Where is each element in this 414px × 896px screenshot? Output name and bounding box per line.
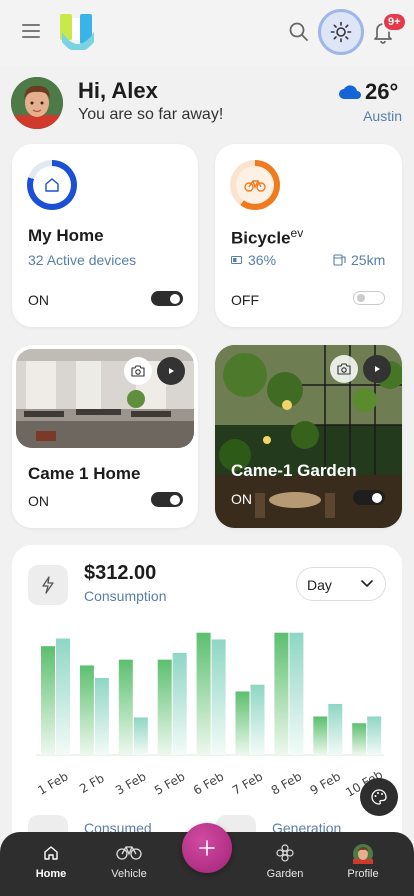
home-icon <box>45 178 59 192</box>
chart-bar[interactable] <box>157 659 172 755</box>
chart-tick-label: 7 Feb <box>230 769 265 797</box>
chevron-down-icon <box>361 580 373 587</box>
play-icon <box>169 368 174 374</box>
bicycle-icon <box>244 180 266 192</box>
play-icon <box>375 366 380 372</box>
home-toggle[interactable] <box>151 291 183 306</box>
app-logo <box>60 14 94 50</box>
chart-tick-label: 1 Feb <box>35 769 70 797</box>
notification-badge: 9+ <box>382 12 407 32</box>
chart-tick-label: 6 Feb <box>191 769 226 797</box>
nav-item-home[interactable]: Home <box>21 844 81 880</box>
camera-garden-snapshot-button[interactable] <box>330 355 358 383</box>
sun-icon <box>330 21 352 43</box>
palette-icon <box>371 789 387 805</box>
chart-tick-label: 9 Feb <box>308 769 343 797</box>
camera-garden-toggle[interactable] <box>353 490 385 505</box>
top-bar: 9+ <box>0 0 414 66</box>
search-icon[interactable] <box>288 21 310 43</box>
chart-bar[interactable] <box>352 723 367 755</box>
chart-bar[interactable] <box>56 638 70 755</box>
chart-bar[interactable] <box>196 632 211 755</box>
bicycle-state-label: OFF <box>231 292 259 308</box>
nav-item-label: Profile <box>347 868 379 880</box>
charger-icon <box>333 254 346 266</box>
temperature: 26° <box>365 79 399 104</box>
consumption-chart: 1 Feb 2 Fb 3 Feb 5 Feb 6 Feb 7 Feb 8 Feb 9 Feb 1… <box>35 632 385 800</box>
home-icon <box>44 846 58 860</box>
home-progress-ring <box>27 160 77 210</box>
camera-garden-card[interactable]: Came-1 Garden ON <box>215 345 402 528</box>
weather-city: Austin <box>363 108 402 124</box>
chart-tick-label: 8 Feb <box>269 769 304 797</box>
home-device-card[interactable]: My Home 32 Active devices ON <box>12 144 198 327</box>
chart-bar[interactable] <box>211 639 226 755</box>
period-select-value: Day <box>307 577 332 593</box>
nav-item-profile[interactable]: Profile <box>333 844 393 880</box>
theme-toggle-button[interactable] <box>318 9 364 55</box>
chart-bar[interactable] <box>235 691 250 755</box>
chart-bar[interactable] <box>367 716 382 755</box>
consumption-amount: $312.00 <box>84 562 157 584</box>
chart-tick-label: 3 Feb <box>113 769 148 797</box>
bicycle-battery: 36% <box>248 252 277 268</box>
camera-garden-state-label: ON <box>231 491 252 507</box>
bicycle-progress-ring <box>230 160 280 210</box>
nav-item-label: Vehicle <box>111 868 147 880</box>
chart-bar[interactable] <box>79 665 94 755</box>
camera-icon <box>337 363 351 375</box>
chart-tick-label: 5 Feb <box>152 769 187 797</box>
camera-home-state-label: ON <box>28 493 49 509</box>
greeting-subtitle: You are so far away! <box>78 106 224 123</box>
chart-bar[interactable] <box>274 632 289 755</box>
plus-icon <box>199 840 215 856</box>
cloud-icon <box>339 85 361 99</box>
chart-bar[interactable] <box>313 716 328 755</box>
chart-bar[interactable] <box>118 659 133 755</box>
nav-item-label: Home <box>35 868 67 880</box>
home-state-label: ON <box>28 292 49 308</box>
greeting-title: Hi, Alex <box>78 78 158 103</box>
bicycle-icon <box>116 846 142 860</box>
flower-icon <box>276 844 294 862</box>
consumption-icon-box <box>28 565 68 605</box>
avatar[interactable] <box>11 77 63 129</box>
home-active-devices: 32 Active devices <box>28 252 137 268</box>
bicycle-range: 25km <box>351 252 386 268</box>
battery-icon <box>231 256 242 264</box>
chart-bar[interactable] <box>250 684 265 755</box>
consumption-label: Consumption <box>84 588 167 604</box>
nav-item-label: Garden <box>266 868 304 880</box>
chart-bar[interactable] <box>94 677 109 755</box>
chart-bar[interactable] <box>133 717 148 755</box>
chart-bar[interactable] <box>41 646 55 755</box>
bicycle-device-card[interactable]: Bicycleev 36% 25km OFF <box>215 144 402 327</box>
add-button[interactable] <box>182 823 232 873</box>
period-select[interactable]: Day <box>296 567 386 601</box>
bicycle-title-text: Bicycle <box>231 228 291 248</box>
camera-home-play-button[interactable] <box>157 357 185 385</box>
bicycle-title-sup: ev <box>290 226 304 240</box>
camera-home-snapshot-button[interactable] <box>124 357 152 385</box>
camera-home-toggle[interactable] <box>151 492 183 507</box>
nav-item-vehicle[interactable]: Vehicle <box>99 844 159 880</box>
chart-bar[interactable] <box>328 703 343 755</box>
avatar <box>353 844 373 864</box>
bicycle-toggle[interactable] <box>353 291 385 305</box>
bicycle-card-title: Bicycleev <box>231 226 303 249</box>
camera-garden-play-button[interactable] <box>363 355 391 383</box>
camera-home-card[interactable]: Came 1 Home ON <box>12 345 198 528</box>
home-card-title: My Home <box>28 226 104 245</box>
hamburger-icon[interactable] <box>22 24 40 40</box>
camera-garden-title: Came-1 Garden <box>231 461 357 480</box>
palette-button[interactable] <box>360 778 398 816</box>
chart-tick-label: 2 Fb <box>77 771 106 796</box>
camera-home-title: Came 1 Home <box>28 464 141 483</box>
chart-bar[interactable] <box>289 632 304 755</box>
camera-icon <box>131 365 145 377</box>
nav-item-garden[interactable]: Garden <box>255 844 315 880</box>
lightning-icon <box>42 576 54 594</box>
chart-bar[interactable] <box>172 652 187 755</box>
